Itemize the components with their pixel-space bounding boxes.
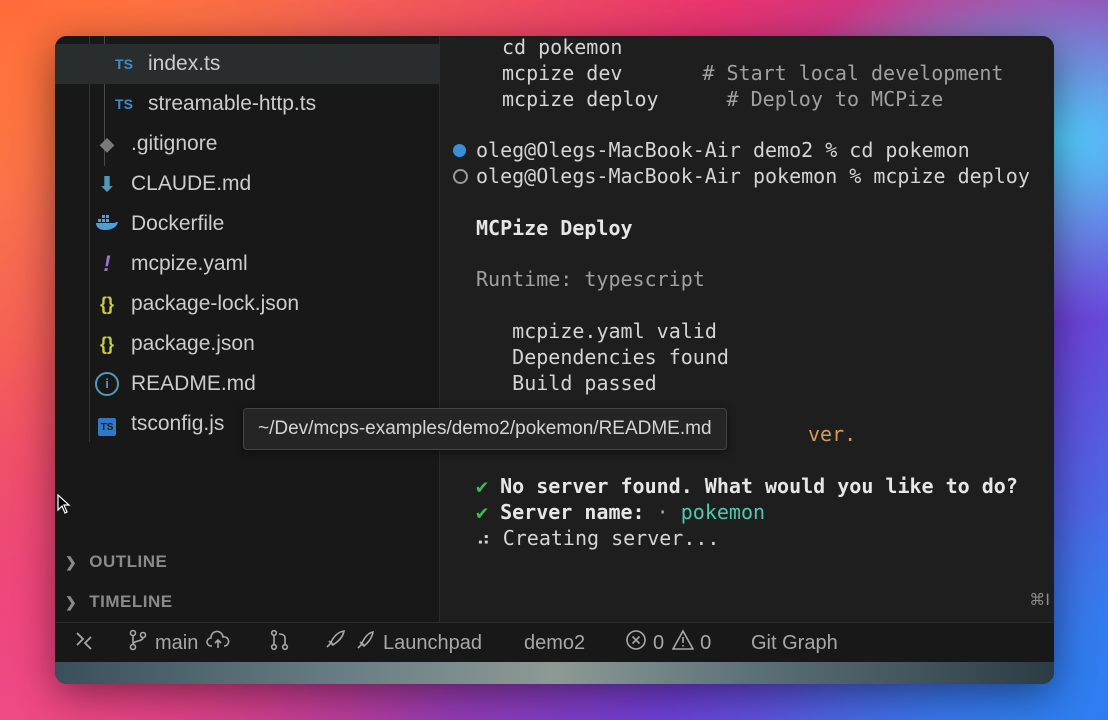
file-label: streamable-http.ts	[148, 92, 317, 115]
timeline-section-header[interactable]: ❯ TIMELINE	[65, 587, 173, 617]
file-label: CLAUDE.md	[131, 172, 252, 195]
deploy-title: MCPize Deploy	[476, 216, 633, 240]
runtime-line: Runtime: typescript	[476, 267, 705, 291]
chevron-right-icon: ❯	[65, 593, 78, 610]
help-line-3: mcpize deploy # Deploy to MCPize	[502, 87, 944, 111]
typescript-icon: TS	[115, 56, 133, 72]
warning-icon	[671, 629, 700, 657]
file-label: Dockerfile	[131, 212, 225, 235]
error-icon	[625, 629, 653, 657]
rocket-secondary-icon	[355, 629, 383, 657]
file-label: tsconfig.js	[131, 412, 225, 435]
section-label: OUTLINE	[89, 552, 168, 571]
file-label: package.json	[131, 332, 255, 355]
file-package-lock-json[interactable]: {} package-lock.json	[55, 284, 299, 324]
prompt-line-2: oleg@Olegs-MacBook-Air pokemon % mcpize …	[476, 164, 1030, 188]
file-dockerfile[interactable]: Dockerfile	[55, 204, 224, 244]
launchpad-button[interactable]: Launchpad	[323, 623, 482, 663]
typescript-icon: TS	[115, 96, 133, 112]
question-server-found: ✔ No server found. What would you like t…	[476, 474, 1018, 498]
partially-hidden-text: ver.	[808, 422, 857, 446]
help-line-1: cd pokemon	[502, 36, 623, 59]
git-branch-icon	[127, 629, 155, 657]
cloud-upload-icon	[206, 629, 236, 657]
error-count: 0	[653, 631, 665, 654]
info-icon: i	[95, 372, 119, 396]
problems-indicator[interactable]: 0 0	[625, 623, 711, 663]
markdown-icon: ⬇	[98, 173, 116, 196]
file-label: mcpize.yaml	[131, 252, 248, 275]
source-control-graph-button[interactable]	[269, 623, 297, 663]
rocket-icon	[323, 629, 355, 657]
remote-indicator[interactable]	[73, 623, 101, 663]
remote-icon	[73, 629, 101, 657]
terminal-panel[interactable]: cd pokemon mcpize dev # Start local devel…	[440, 36, 1054, 622]
check-deps: ✔ Dependencies found	[476, 345, 729, 369]
check-build: ✔ Build passed	[476, 371, 657, 395]
launchpad-label: Launchpad	[383, 631, 482, 654]
branch-name: main	[155, 631, 199, 654]
status-bar: main Launchpad demo2 0 0 Git Graph	[55, 622, 1054, 663]
desktop-wallpaper-strip	[55, 662, 1054, 684]
creating-server-line: ⠴ Creating server...	[476, 526, 720, 550]
workspace-folder[interactable]: demo2	[524, 623, 585, 663]
file-claude-md[interactable]: ⬇ CLAUDE.md	[55, 164, 252, 204]
file-label: README.md	[131, 372, 256, 395]
chevron-right-icon: ❯	[65, 553, 78, 570]
file-path-tooltip: ~/Dev/mcps-examples/demo2/pokemon/README…	[243, 408, 727, 450]
warning-count: 0	[700, 631, 712, 654]
file-index-ts[interactable]: TS index.ts	[55, 44, 439, 84]
file-label: package-lock.json	[131, 292, 300, 315]
explorer-sidebar: TS index.ts TS streamable-http.ts ◆ .git…	[55, 36, 440, 622]
command-running-dot[interactable]	[453, 169, 468, 184]
prompt-line-1: oleg@Olegs-MacBook-Air demo2 % cd pokemo…	[476, 138, 970, 162]
help-line-2: mcpize dev # Start local development	[502, 61, 1004, 85]
vscode-window: TS index.ts TS streamable-http.ts ◆ .git…	[55, 36, 1054, 684]
tsconfig-icon: TS	[95, 412, 119, 436]
question-server-name: ✔ Server name: · pokemon	[476, 500, 766, 524]
shortcut-hint: ⌘I	[1029, 590, 1050, 609]
docker-icon	[95, 213, 119, 236]
outline-section-header[interactable]: ❯ OUTLINE	[65, 547, 167, 577]
command-success-dot[interactable]	[453, 144, 466, 157]
git-compare-icon	[269, 629, 297, 657]
branch-indicator[interactable]: main	[127, 623, 236, 663]
file-gitignore[interactable]: ◆ .gitignore	[55, 124, 217, 164]
file-label: index.ts	[148, 52, 221, 75]
check-yaml: ✔ mcpize.yaml valid	[476, 319, 717, 343]
git-graph-button[interactable]: Git Graph	[751, 623, 838, 663]
file-streamable-http-ts[interactable]: TS streamable-http.ts	[55, 84, 316, 124]
yaml-icon: !	[103, 251, 111, 276]
section-label: TIMELINE	[89, 592, 173, 611]
json-icon: {}	[99, 293, 114, 314]
file-readme-md[interactable]: i README.md	[55, 364, 256, 404]
json-icon: {}	[99, 333, 114, 354]
file-tsconfig-json[interactable]: TS tsconfig.js	[55, 404, 224, 444]
mouse-pointer-icon	[57, 493, 71, 519]
git-icon: ◆	[100, 133, 114, 154]
file-mcpize-yaml[interactable]: ! mcpize.yaml	[55, 244, 248, 284]
file-label: .gitignore	[131, 132, 218, 155]
file-package-json[interactable]: {} package.json	[55, 324, 255, 364]
